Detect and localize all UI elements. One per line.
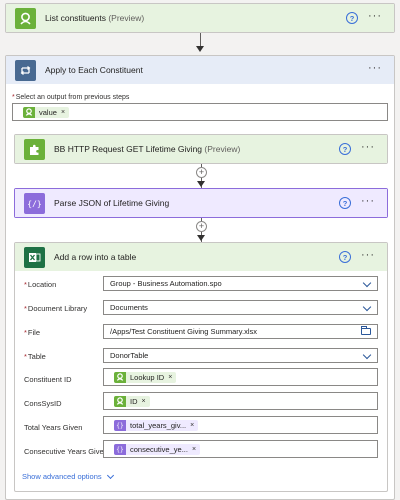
file-picker[interactable]: /Apps/Test Constituent Giving Summary.xl… — [103, 324, 378, 339]
data-operation-icon: {} — [114, 419, 126, 431]
value-token[interactable]: value × — [23, 106, 70, 118]
remove-token-icon[interactable]: × — [142, 398, 146, 405]
add-row-title: Add a row into a table — [54, 252, 137, 262]
table-select[interactable]: DonorTable — [103, 348, 378, 363]
chevron-down-icon — [362, 302, 372, 312]
list-constituents-header[interactable]: List constituents (Preview) ? ··· — [6, 4, 394, 32]
conssysid-label: ConsSysID — [24, 399, 62, 408]
help-icon[interactable]: ? — [339, 143, 351, 155]
total-years-token[interactable]: {} total_years_giv... × — [114, 419, 199, 431]
list-constituents-title: List constituents (Preview) — [45, 13, 145, 23]
more-options-icon[interactable]: ··· — [361, 141, 375, 153]
chevron-down-icon — [362, 350, 372, 360]
select-output-label: *Select an output from previous steps — [12, 94, 130, 101]
total-years-field[interactable]: {} total_years_giv... × — [103, 416, 378, 434]
list-constituents-card[interactable]: List constituents (Preview) ? ··· — [5, 3, 395, 33]
select-output-field[interactable]: value × — [12, 103, 388, 121]
consecutive-years-token[interactable]: {} consecutive_ye... × — [114, 443, 201, 455]
data-operation-icon: {} — [114, 443, 126, 455]
id-token[interactable]: ID × — [114, 395, 150, 407]
table-label: *Table — [24, 352, 46, 361]
blackbaud-connector-icon — [114, 395, 126, 407]
add-step-plus-icon[interactable]: + — [196, 167, 207, 178]
total-years-label: Total Years Given — [24, 423, 83, 432]
more-options-icon[interactable]: ··· — [361, 249, 375, 261]
bb-http-request-title: BB HTTP Request GET Lifetime Giving (Pre… — [54, 144, 241, 154]
more-options-icon[interactable]: ··· — [368, 62, 382, 74]
blackbaud-connector-icon — [23, 106, 35, 118]
constituent-id-field[interactable]: Lookup ID × — [103, 368, 378, 386]
add-step-plus-icon[interactable]: + — [196, 221, 207, 232]
help-icon[interactable]: ? — [346, 12, 358, 24]
data-operation-icon: {/} — [24, 192, 45, 214]
constituent-id-label: Constituent ID — [24, 375, 72, 384]
conssysid-field[interactable]: ID × — [103, 392, 378, 410]
show-advanced-options-link[interactable]: Show advanced options — [22, 471, 114, 481]
remove-token-icon[interactable]: × — [190, 422, 194, 429]
file-label: *File — [24, 328, 41, 337]
more-options-icon[interactable]: ··· — [368, 10, 382, 22]
remove-token-icon[interactable]: × — [192, 446, 196, 453]
svg-text:{/}: {/} — [28, 199, 41, 208]
chevron-down-icon — [362, 278, 372, 288]
bb-http-request-header[interactable]: BB HTTP Request GET Lifetime Giving (Pre… — [15, 135, 387, 163]
blackbaud-connector-icon — [15, 7, 36, 29]
arrow-down-icon — [197, 181, 205, 187]
arrow-down-icon — [197, 235, 205, 241]
apply-to-each-title: Apply to Each Constituent — [45, 65, 143, 75]
parse-json-header[interactable]: {/} Parse JSON of Lifetime Giving ? ··· — [15, 189, 387, 217]
loop-icon — [15, 59, 36, 81]
connector-line — [200, 33, 201, 47]
excel-icon — [24, 246, 45, 268]
svg-text:{}: {} — [116, 422, 124, 429]
remove-token-icon[interactable]: × — [61, 109, 65, 116]
remove-token-icon[interactable]: × — [168, 374, 172, 381]
arrow-down-icon — [196, 46, 204, 52]
help-icon[interactable]: ? — [339, 197, 351, 209]
help-icon[interactable]: ? — [339, 251, 351, 263]
svg-text:{}: {} — [116, 446, 124, 453]
bb-http-request-card[interactable]: BB HTTP Request GET Lifetime Giving (Pre… — [14, 134, 388, 164]
more-options-icon[interactable]: ··· — [361, 195, 375, 207]
document-library-select[interactable]: Documents — [103, 300, 378, 315]
puzzle-connector-icon — [24, 138, 45, 160]
lookup-id-token[interactable]: Lookup ID × — [114, 371, 177, 383]
consecutive-years-label: Consecutive Years Given — [24, 447, 108, 456]
blackbaud-connector-icon — [114, 371, 126, 383]
folder-icon[interactable] — [361, 326, 371, 335]
parse-json-title: Parse JSON of Lifetime Giving — [54, 198, 170, 208]
location-label: *Location — [24, 280, 57, 289]
consecutive-years-field[interactable]: {} consecutive_ye... × — [103, 440, 378, 458]
add-row-header[interactable]: Add a row into a table ? ··· — [15, 243, 387, 271]
parse-json-card[interactable]: {/} Parse JSON of Lifetime Giving ? ··· — [14, 188, 388, 218]
apply-to-each-header[interactable]: Apply to Each Constituent ··· — [6, 56, 394, 84]
chevron-down-icon — [106, 471, 114, 479]
location-select[interactable]: Group - Business Automation.spo — [103, 276, 378, 291]
document-library-label: *Document Library — [24, 304, 88, 313]
